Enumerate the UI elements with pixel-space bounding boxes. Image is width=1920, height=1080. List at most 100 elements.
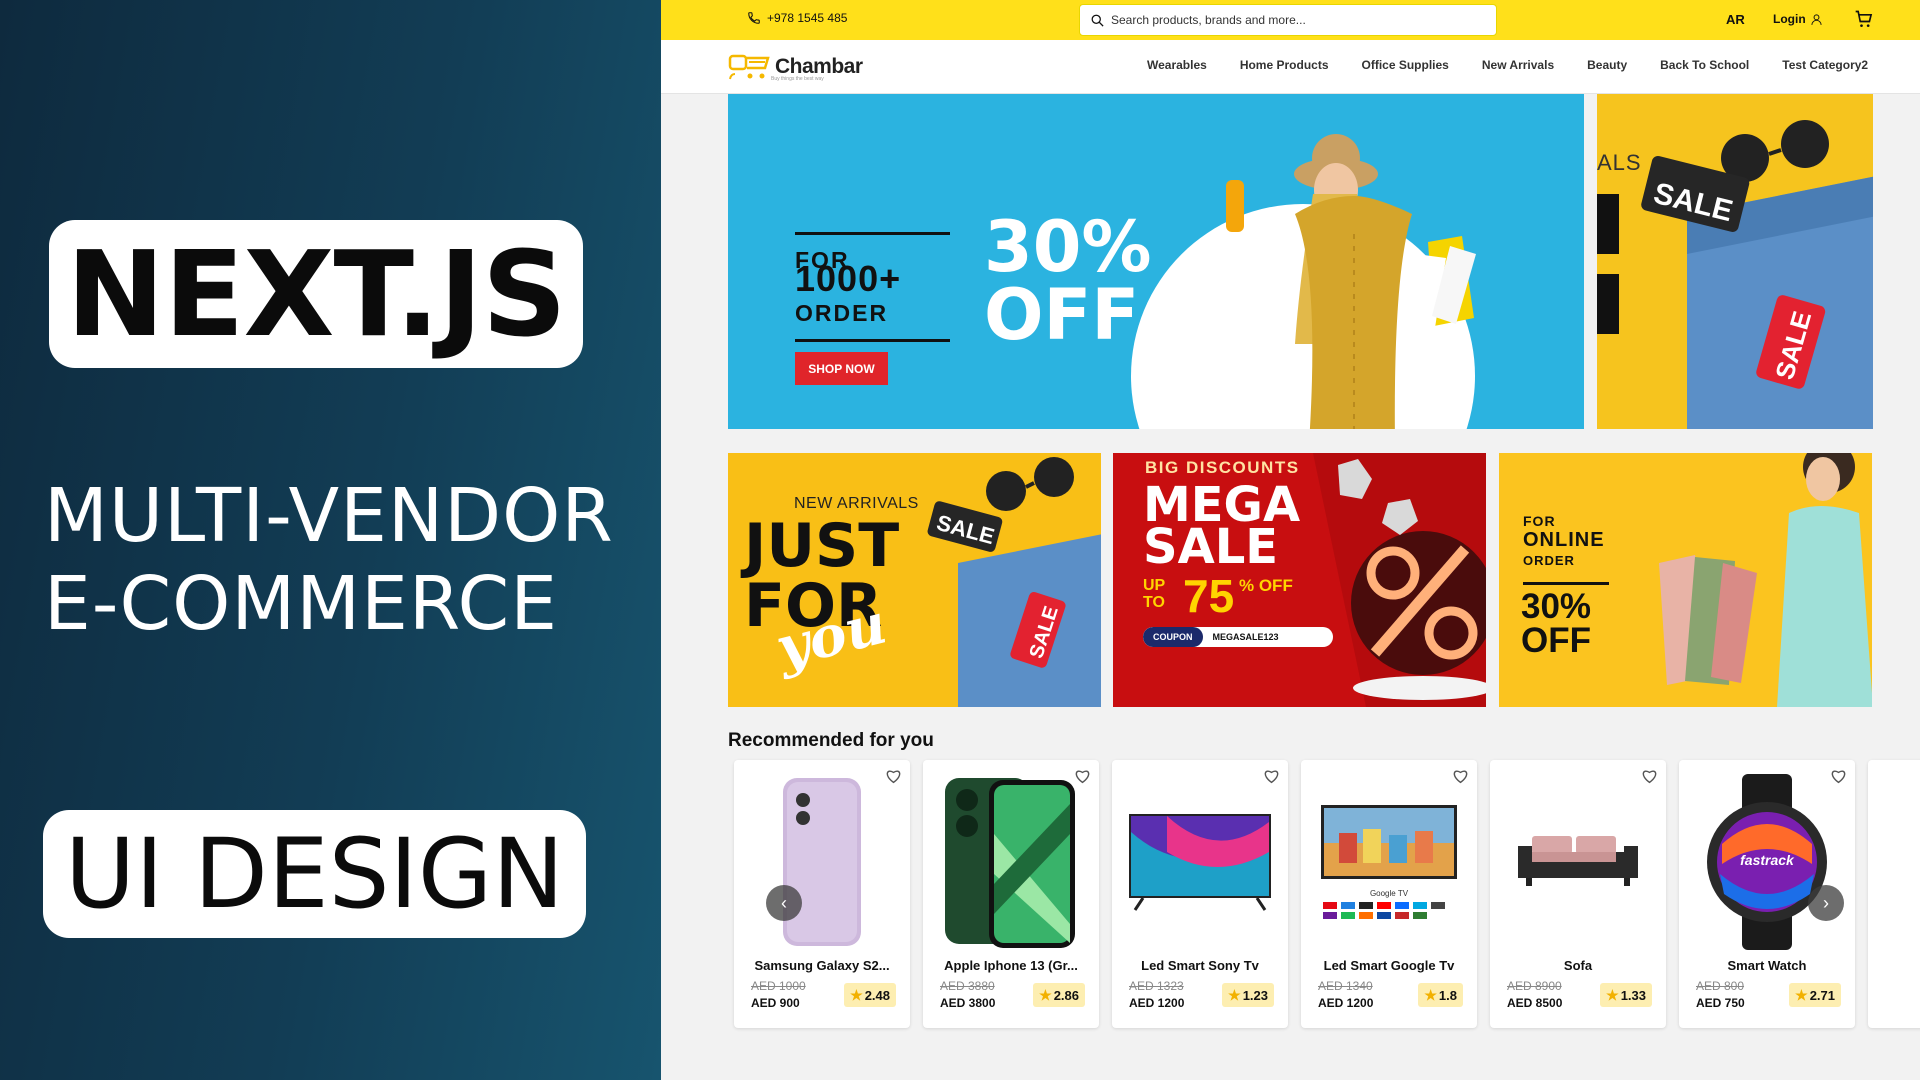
star-icon: ★	[1228, 986, 1241, 1003]
product-image	[1500, 772, 1656, 952]
promo3-for: FOR	[1523, 513, 1556, 529]
category-nav: Wearables Home Products Office Supplies …	[1147, 58, 1868, 72]
subtitle-line-1: MULTI-VENDOR	[44, 473, 614, 559]
rating-value: 1.33	[1620, 987, 1646, 1003]
login-button[interactable]: Login	[1773, 12, 1823, 26]
product-card-google-tv[interactable]: Google TV Led Smart Google Tv AED 1340 A…	[1301, 760, 1477, 1028]
hero-discount-2: OFF	[984, 274, 1140, 356]
nav-home-products[interactable]: Home Products	[1240, 58, 1329, 72]
product-rating: ★ 1.8	[1418, 983, 1463, 1007]
product-card-sofa[interactable]: Sofa AED 8900 AED 8500 ★ 1.33	[1490, 760, 1666, 1028]
search-bar[interactable]	[1079, 4, 1497, 36]
product-card-iphone[interactable]: Apple Iphone 13 (Gr... AED 3880 AED 3800…	[923, 760, 1099, 1028]
main-navbar: Chambar Buy things the best way Wearable…	[661, 40, 1920, 94]
coupon-label: COUPON	[1143, 627, 1203, 647]
nav-new-arrivals[interactable]: New Arrivals	[1482, 58, 1554, 72]
product-name: Smart Watch	[1727, 958, 1807, 973]
login-label: Login	[1773, 12, 1806, 26]
product-rating: ★ 2.71	[1789, 983, 1841, 1007]
product-image	[1122, 772, 1278, 952]
rating-value: 1.8	[1438, 987, 1457, 1003]
product-price: AED 1200	[1318, 996, 1374, 1010]
star-icon: ★	[1795, 986, 1808, 1003]
promo3-discount-2: OFF	[1521, 621, 1591, 660]
thumbnail-panel: NEXT.JS MULTI-VENDOR E-COMMERCE UI DESIG…	[0, 0, 661, 1080]
google-tv-label: Google TV	[1369, 888, 1409, 898]
rating-value: 1.23	[1242, 987, 1268, 1003]
product-name: Led Smart Sony Tv	[1141, 958, 1259, 973]
product-price: AED 750	[1696, 996, 1745, 1010]
product-image: fastrack	[1689, 772, 1845, 952]
product-card-sony-tv[interactable]: Led Smart Sony Tv AED 1323 AED 1200 ★ 1.2…	[1112, 760, 1288, 1028]
top-bar: +978 1545 485 AR Login	[661, 0, 1920, 40]
product-card-samsung[interactable]: Samsung Galaxy S2... AED 1000 AED 900 ★ 2…	[734, 760, 910, 1028]
product-image	[744, 772, 900, 952]
cart-logo-icon	[728, 54, 770, 80]
carousel-next-button[interactable]: ›	[1808, 885, 1844, 921]
promo2-off: % OFF	[1239, 576, 1293, 595]
promo3-line2: ORDER	[1523, 553, 1609, 585]
promo3-line1: ONLINE	[1523, 529, 1605, 551]
user-icon	[1811, 13, 1822, 25]
product-name: Led Smart Google Tv	[1323, 958, 1455, 973]
product-old-price: AED 800	[1696, 979, 1745, 993]
nextjs-title: NEXT.JS	[49, 220, 583, 368]
cart-icon	[1855, 10, 1873, 27]
coupon-pill[interactable]: COUPON MEGASALE123	[1143, 627, 1333, 647]
phone-contact[interactable]: +978 1545 485	[747, 11, 847, 25]
product-price: AED 3800	[940, 996, 996, 1010]
product-image	[933, 772, 1089, 952]
nav-office-supplies[interactable]: Office Supplies	[1362, 58, 1449, 72]
hero-side-banner[interactable]: ALS SALE SALE	[1597, 94, 1873, 429]
product-old-price: AED 8900	[1507, 979, 1562, 993]
carousel-prev-button[interactable]: ‹	[766, 885, 802, 921]
product-rating: ★ 2.48	[844, 983, 896, 1007]
product-name: Sofa	[1563, 958, 1593, 973]
website-preview: +978 1545 485 AR Login Chambar Buy thing…	[661, 0, 1920, 1080]
nav-back-to-school[interactable]: Back To School	[1660, 58, 1749, 72]
promo2-upto: UP TO	[1143, 577, 1165, 611]
search-input[interactable]	[1111, 13, 1471, 27]
product-card-partial[interactable]	[1868, 760, 1920, 1028]
star-icon: ★	[1606, 986, 1619, 1003]
rating-value: 2.86	[1053, 987, 1079, 1003]
chevron-right-icon: ›	[1823, 892, 1829, 913]
hero-count: 1000+	[795, 258, 902, 299]
product-price: AED 8500	[1507, 996, 1563, 1010]
product-name: Apple Iphone 13 (Gr...	[944, 958, 1078, 973]
coupon-code: MEGASALE123	[1212, 632, 1279, 642]
promo-banner-mega-sale[interactable]: BIG DISCOUNTS MEGA SALE UP TO 75 % OFF C…	[1113, 453, 1486, 707]
nav-test-category2[interactable]: Test Category2	[1782, 58, 1868, 72]
product-old-price: AED 1340	[1318, 979, 1373, 993]
cart-button[interactable]	[1854, 9, 1874, 34]
star-icon: ★	[1424, 986, 1437, 1003]
phone-number: +978 1545 485	[767, 11, 848, 25]
product-rating: ★ 2.86	[1033, 983, 1085, 1007]
product-carousel: Samsung Galaxy S2... AED 1000 AED 900 ★ 2…	[734, 760, 1920, 1030]
language-switch[interactable]: AR	[1726, 12, 1745, 27]
hero-banner[interactable]: FOR 1000+ ORDER 30% OFF SHOP NOW	[728, 94, 1584, 429]
side-fragment-text: ALS	[1597, 150, 1642, 175]
product-price: AED 1200	[1129, 996, 1185, 1010]
product-old-price: AED 1323	[1129, 979, 1184, 993]
nav-beauty[interactable]: Beauty	[1587, 58, 1627, 72]
star-icon: ★	[1039, 986, 1052, 1003]
promo2-percent: 75	[1183, 570, 1235, 622]
product-rating: ★ 1.33	[1600, 983, 1652, 1007]
promo-banner-online-order[interactable]: FOR ONLINE ORDER 30% OFF	[1499, 453, 1872, 707]
rating-value: 2.48	[864, 987, 890, 1003]
site-logo[interactable]: Chambar Buy things the best way	[727, 52, 863, 82]
rating-value: 2.71	[1809, 987, 1835, 1003]
product-rating: ★ 1.23	[1222, 983, 1274, 1007]
product-price: AED 900	[751, 996, 800, 1010]
phone-icon	[748, 12, 760, 24]
product-image: Google TV	[1311, 772, 1467, 952]
shop-now-button[interactable]: SHOP NOW	[795, 352, 888, 385]
chevron-left-icon: ‹	[781, 892, 787, 913]
hero-order: ORDER	[795, 300, 950, 342]
promo-banner-just-for-you[interactable]: NEW ARRIVALS JUST FOR you SALE SALE	[728, 453, 1101, 707]
nav-wearables[interactable]: Wearables	[1147, 58, 1207, 72]
ui-design-tag: UI DESIGN	[43, 810, 586, 938]
logo-tagline: Buy things the best way	[771, 76, 824, 82]
promo2-kicker: BIG DISCOUNTS	[1145, 458, 1300, 477]
